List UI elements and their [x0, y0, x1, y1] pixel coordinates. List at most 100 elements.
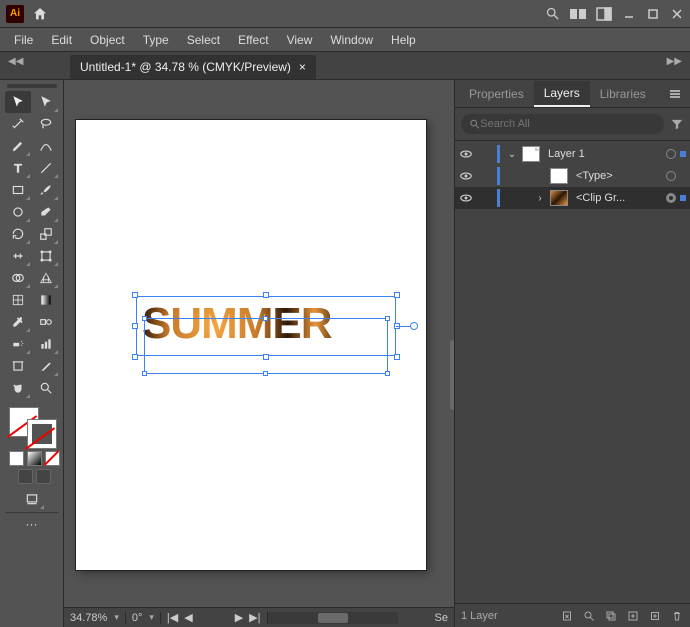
- menu-view[interactable]: View: [279, 31, 321, 49]
- selection-bounds[interactable]: SUMMER: [136, 296, 396, 356]
- filter-icon[interactable]: [670, 117, 684, 131]
- resize-handle[interactable]: [263, 292, 269, 298]
- column-graph-tool[interactable]: [33, 333, 59, 355]
- minimize-icon[interactable]: [622, 7, 636, 21]
- layer-name[interactable]: <Type>: [572, 170, 662, 182]
- gradient-tool[interactable]: [33, 289, 59, 311]
- menu-edit[interactable]: Edit: [43, 31, 80, 49]
- resize-handle[interactable]: [132, 292, 138, 298]
- next-icon[interactable]: ▶: [235, 611, 243, 624]
- draw-behind-icon[interactable]: [36, 469, 51, 484]
- toolbox-grip[interactable]: [7, 84, 57, 88]
- perspective-grid-tool[interactable]: [33, 267, 59, 289]
- menu-type[interactable]: Type: [135, 31, 177, 49]
- free-transform-tool[interactable]: [33, 245, 59, 267]
- make-clipping-mask-icon[interactable]: [604, 609, 618, 623]
- prev-icon[interactable]: ◀: [184, 611, 192, 624]
- type-tool[interactable]: [5, 157, 31, 179]
- stroke-swatch[interactable]: [27, 419, 57, 449]
- close-tab-icon[interactable]: ×: [299, 60, 306, 74]
- resize-handle[interactable]: [142, 316, 147, 321]
- draw-normal-icon[interactable]: [18, 469, 33, 484]
- rotate-tool[interactable]: [5, 223, 31, 245]
- artboard-tool[interactable]: [5, 355, 31, 377]
- zoom-tool[interactable]: [33, 377, 59, 399]
- layer-row[interactable]: › <Clip Gr...: [455, 187, 690, 209]
- layers-search-input[interactable]: [480, 118, 656, 130]
- tab-layers[interactable]: Layers: [534, 81, 590, 107]
- layers-search[interactable]: [461, 114, 664, 134]
- fill-stroke-swatches[interactable]: [7, 405, 57, 449]
- panel-menu-icon[interactable]: [664, 84, 686, 104]
- selection-tool[interactable]: [5, 91, 31, 113]
- gradient-mode-icon[interactable]: [27, 451, 42, 466]
- resize-handle[interactable]: [394, 354, 400, 360]
- collapse-chevrons-left-icon[interactable]: ◀◀: [8, 56, 23, 67]
- mesh-tool[interactable]: [5, 289, 31, 311]
- target-icon[interactable]: [666, 171, 676, 181]
- slice-tool[interactable]: [33, 355, 59, 377]
- symbol-sprayer-tool[interactable]: [5, 333, 31, 355]
- disclosure-closed-icon[interactable]: ›: [534, 193, 546, 204]
- eyedropper-tool[interactable]: [5, 311, 31, 333]
- delete-layer-icon[interactable]: [670, 609, 684, 623]
- menu-select[interactable]: Select: [179, 31, 228, 49]
- resize-handle[interactable]: [263, 316, 268, 321]
- rotate-handle[interactable]: [410, 322, 418, 330]
- menu-window[interactable]: Window: [322, 31, 381, 49]
- none-mode-icon[interactable]: [45, 451, 60, 466]
- visibility-icon[interactable]: [459, 147, 475, 161]
- visibility-icon[interactable]: [459, 191, 475, 205]
- new-sublayer-icon[interactable]: [626, 609, 640, 623]
- curvature-tool[interactable]: [33, 135, 59, 157]
- arrange-icon[interactable]: [570, 7, 586, 21]
- shape-builder-tool[interactable]: [5, 267, 31, 289]
- resize-handle[interactable]: [263, 371, 268, 376]
- screen-mode-icon[interactable]: [19, 488, 45, 510]
- vertical-scrollbar[interactable]: [450, 340, 454, 410]
- artboard-nav[interactable]: |◀ ◀ ▶ ▶|: [161, 611, 268, 624]
- resize-handle[interactable]: [132, 354, 138, 360]
- layer-row[interactable]: ⌄ Layer 1: [455, 143, 690, 165]
- layer-name[interactable]: Layer 1: [544, 148, 662, 160]
- selection-indicator[interactable]: [680, 195, 686, 201]
- resize-handle[interactable]: [394, 292, 400, 298]
- target-icon[interactable]: [666, 193, 676, 203]
- workspace-icon[interactable]: [596, 7, 612, 21]
- menu-file[interactable]: File: [6, 31, 41, 49]
- search-icon[interactable]: [545, 6, 560, 21]
- layer-name[interactable]: <Clip Gr...: [572, 192, 662, 204]
- scale-tool[interactable]: [33, 223, 59, 245]
- close-window-icon[interactable]: [670, 7, 684, 21]
- canvas-viewport[interactable]: SUMMER: [64, 80, 454, 607]
- collapse-chevrons-right-icon[interactable]: ▶▶: [667, 56, 682, 67]
- lasso-tool[interactable]: [33, 113, 59, 135]
- artboard[interactable]: SUMMER: [76, 120, 426, 570]
- tab-libraries[interactable]: Libraries: [590, 82, 656, 106]
- visibility-icon[interactable]: [459, 169, 475, 183]
- shaper-tool[interactable]: [5, 201, 31, 223]
- locate-object-icon[interactable]: [582, 609, 596, 623]
- direct-selection-tool[interactable]: [33, 91, 59, 113]
- menu-help[interactable]: Help: [383, 31, 424, 49]
- layer-row[interactable]: <Type>: [455, 165, 690, 187]
- last-icon[interactable]: ▶|: [249, 611, 260, 624]
- document-tab[interactable]: Untitled-1* @ 34.78 % (CMYK/Preview) ×: [70, 55, 316, 79]
- resize-handle[interactable]: [385, 371, 390, 376]
- resize-handle[interactable]: [132, 323, 138, 329]
- maximize-icon[interactable]: [646, 7, 660, 21]
- first-icon[interactable]: |◀: [167, 611, 178, 624]
- menu-object[interactable]: Object: [82, 31, 133, 49]
- color-mode-icon[interactable]: [9, 451, 24, 466]
- menu-effect[interactable]: Effect: [230, 31, 276, 49]
- tab-properties[interactable]: Properties: [459, 82, 534, 106]
- eraser-tool[interactable]: [33, 201, 59, 223]
- new-layer-icon[interactable]: [648, 609, 662, 623]
- line-tool[interactable]: [33, 157, 59, 179]
- paintbrush-tool[interactable]: [33, 179, 59, 201]
- target-icon[interactable]: [666, 149, 676, 159]
- home-icon[interactable]: [32, 6, 48, 22]
- rotate-view[interactable]: 0°: [126, 612, 161, 624]
- resize-handle[interactable]: [142, 371, 147, 376]
- width-tool[interactable]: [5, 245, 31, 267]
